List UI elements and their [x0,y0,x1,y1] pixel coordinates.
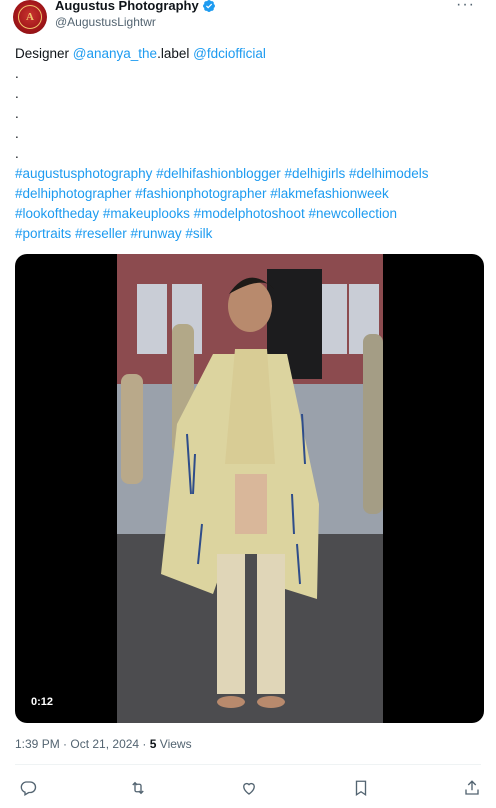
tweet-date[interactable]: Oct 21, 2024 [70,737,139,751]
reply-icon [20,781,37,796]
views-label: Views [156,737,192,751]
mention-suffix: .label [157,46,190,61]
tweet-text: Designer @ananya_the.label @fdciofficial… [15,44,485,244]
video-duration: 0:12 [25,694,60,710]
avatar[interactable]: A [13,0,47,34]
tweet-meta: 1:39 PM · Oct 21, 2024 · 5 Views [15,737,192,751]
share-button[interactable] [459,775,485,801]
designer-line: Designer @ananya_the.label @fdciofficial [15,44,485,64]
dot-line: . [15,146,19,161]
mention-fdci[interactable]: @fdciofficial [193,46,266,61]
reply-button[interactable] [15,775,41,801]
retweet-icon [132,781,144,795]
dot-line: . [15,126,19,141]
author-handle[interactable]: @AugustusLightwr [55,15,156,29]
hashtag-line[interactable]: #delhiphotographer #fashionphotographer … [15,184,485,204]
like-button[interactable] [236,775,262,801]
like-icon [243,782,255,795]
more-options-icon[interactable]: ··· [456,0,475,14]
author-name-row[interactable]: Augustus Photography [55,0,216,13]
video-player[interactable]: 0:12 [15,254,484,723]
verified-badge-icon [202,0,215,12]
tweet-time[interactable]: 1:39 PM [15,737,60,751]
bookmark-icon [355,780,367,797]
runway-scene-illustration [117,254,383,723]
action-bar [0,775,496,801]
dot-line: . [15,66,19,81]
retweet-button[interactable] [125,775,151,801]
divider [15,764,481,765]
mention-ananya[interactable]: @ananya_the [73,46,157,61]
hashtag-line[interactable]: #augustusphotography #delhifashionblogge… [15,164,485,184]
tweet-header: A Augustus Photography @AugustusLightwr … [0,0,496,36]
designer-label: Designer [15,46,70,61]
dot-line: . [15,106,19,121]
bookmark-button[interactable] [348,775,374,801]
share-icon [465,780,479,795]
logo-icon: A [18,5,42,29]
runway-video-frame[interactable] [117,254,383,723]
hashtag-line[interactable]: #portraits #reseller #runway #silk [15,224,485,244]
hashtag-line[interactable]: #lookoftheday #makeuplooks #modelphotosh… [15,204,485,224]
author-name[interactable]: Augustus Photography [55,0,199,13]
dot-line: . [15,86,19,101]
separator: · [59,737,71,751]
separator: · [139,737,150,751]
